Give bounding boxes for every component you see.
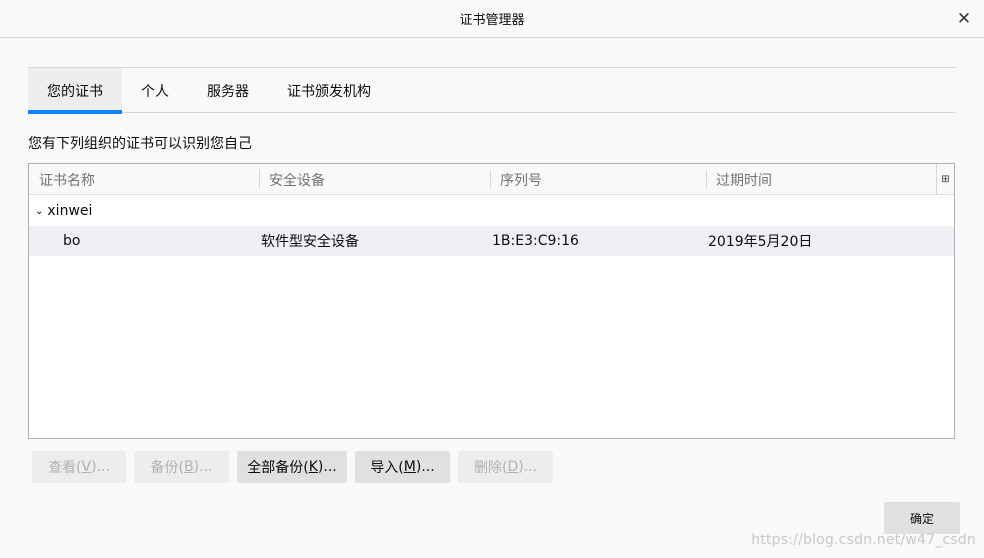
column-header-device[interactable]: 安全设备 bbox=[269, 164, 325, 195]
delete-button[interactable]: 删除(D)... bbox=[458, 451, 553, 483]
group-name: xinwei bbox=[47, 203, 93, 219]
column-splitter[interactable] bbox=[259, 170, 260, 189]
tab-authorities[interactable]: 证书颁发机构 bbox=[268, 68, 390, 113]
tab-servers[interactable]: 服务器 bbox=[188, 68, 268, 113]
import-button[interactable]: 导入(M)... bbox=[355, 451, 450, 483]
cell-expiry-date: 2019年5月20日 bbox=[708, 234, 813, 250]
column-header-name[interactable]: 证书名称 bbox=[39, 164, 95, 195]
chevron-down-icon[interactable]: ⌄ bbox=[35, 206, 43, 217]
column-picker-icon[interactable]: ⊞ bbox=[936, 164, 954, 195]
tab-strip: 您的证书 个人 服务器 证书颁发机构 bbox=[28, 67, 955, 114]
close-icon[interactable]: ✕ bbox=[954, 9, 974, 29]
tree-group-row[interactable]: ⌄ xinwei bbox=[29, 196, 954, 226]
ok-button[interactable]: 确定 bbox=[884, 502, 960, 534]
table-row[interactable]: bo 软件型安全设备 1B:E3:C9:16 2019年5月20日 bbox=[29, 226, 954, 256]
watermark-text: https://blog.csdn.net/w47_csdn bbox=[751, 532, 976, 548]
cell-cert-name: bo bbox=[63, 233, 81, 249]
backup-all-button[interactable]: 全部备份(K)... bbox=[237, 451, 347, 483]
cell-security-device: 软件型安全设备 bbox=[261, 234, 359, 250]
description-text: 您有下列组织的证书可以识别您自己 bbox=[28, 136, 252, 152]
title-bar: 证书管理器 ✕ bbox=[0, 0, 984, 38]
tab-people[interactable]: 个人 bbox=[122, 68, 188, 113]
tree-header: 证书名称 安全设备 序列号 过期时间 ⊞ bbox=[29, 164, 954, 195]
window-title: 证书管理器 bbox=[459, 13, 525, 28]
view-button[interactable]: 查看(V)... bbox=[32, 451, 126, 483]
cell-serial-number: 1B:E3:C9:16 bbox=[492, 233, 579, 249]
column-splitter[interactable] bbox=[706, 170, 707, 189]
column-header-expires[interactable]: 过期时间 bbox=[716, 164, 772, 195]
certificate-tree[interactable]: 证书名称 安全设备 序列号 过期时间 ⊞ ⌄ xinwei bo 软件型安全设备… bbox=[28, 163, 955, 439]
tab-your-certificates[interactable]: 您的证书 bbox=[28, 68, 122, 114]
column-splitter[interactable] bbox=[490, 170, 491, 189]
column-header-serial[interactable]: 序列号 bbox=[500, 164, 542, 195]
backup-button[interactable]: 备份(B)... bbox=[134, 451, 229, 483]
